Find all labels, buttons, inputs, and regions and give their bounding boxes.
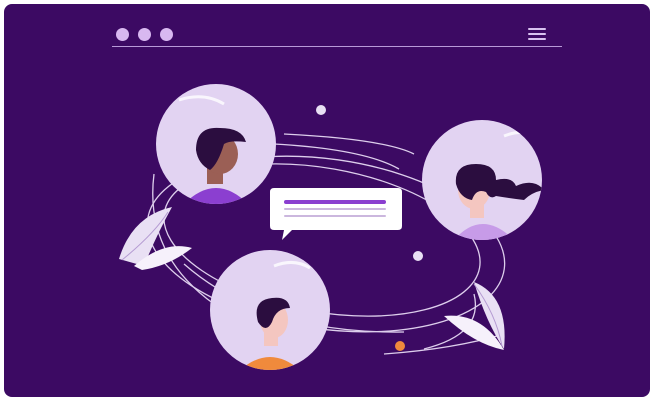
avatar-man-top-left bbox=[156, 84, 276, 204]
network-illustration bbox=[119, 84, 542, 370]
chat-bubble-icon bbox=[270, 188, 402, 240]
avatar-woman-right bbox=[422, 120, 542, 240]
avatar-man-bottom bbox=[210, 250, 330, 370]
leaf-icon-left bbox=[119, 207, 192, 270]
leaf-icon-right bbox=[444, 282, 505, 350]
decor-dot-orange bbox=[395, 341, 405, 351]
decor-dot-white-right bbox=[413, 251, 423, 261]
decor-dot-white-top bbox=[316, 105, 326, 115]
app-window bbox=[4, 4, 650, 397]
